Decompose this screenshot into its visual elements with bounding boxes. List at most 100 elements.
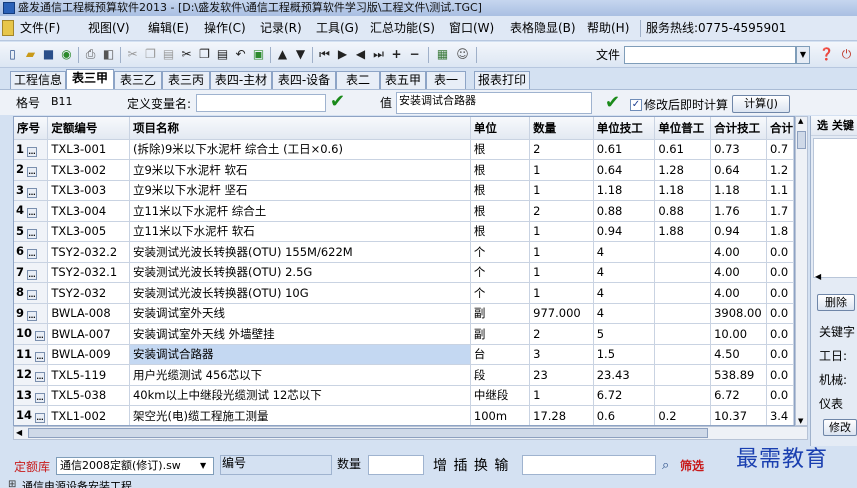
unit-tech-cell[interactable]: 1.18	[593, 180, 656, 201]
total-tech-cell[interactable]: 1.76	[710, 200, 767, 222]
table-row[interactable]: 10… BWLA-007 安装调试室外天线 外墙壁挂副 2 5 10.00 0.0	[14, 323, 794, 345]
unit-tech-cell[interactable]: 5	[593, 323, 656, 345]
confirm-value-check-icon[interactable]: ✔	[605, 93, 620, 113]
unit-general-cell[interactable]	[654, 385, 712, 406]
value-field[interactable]: 安装调试合路器	[396, 92, 592, 114]
chevron-down-icon[interactable]: ▼	[796, 46, 810, 64]
total-general-cell[interactable]: 0.0	[766, 385, 794, 406]
name-cell[interactable]: 安装调试室外天线 外墙壁挂	[129, 323, 471, 345]
unit-general-cell[interactable]: 0.2	[654, 405, 712, 425]
total-general-cell[interactable]: 0.0	[766, 323, 794, 345]
menu-operate[interactable]: 操作(C)	[204, 16, 246, 41]
name-cell[interactable]: 安装调试合路器	[129, 344, 471, 365]
col-header-unit[interactable]: 单位	[470, 117, 531, 140]
refresh-icon[interactable]: ◉	[58, 46, 75, 63]
last-record-icon[interactable]: ⏭	[370, 46, 387, 63]
keyword-list[interactable]	[813, 138, 857, 278]
grid-icon[interactable]: ▦	[434, 46, 451, 63]
code-cell[interactable]: TSY2-032.2	[47, 241, 130, 263]
unit-tech-cell[interactable]: 6.72	[593, 385, 656, 406]
name-cell[interactable]: 立9米以下水泥杆 坚石	[129, 180, 471, 201]
row-number-cell[interactable]: 6…	[14, 241, 49, 263]
recalc-checkbox[interactable]: ✓	[630, 99, 642, 111]
next-icon[interactable]: ▶	[334, 46, 351, 63]
table-row[interactable]: 14… TXL1-002 架空光(电)缆工程施工测量 100m 17.28 0.6 0.2 1…	[14, 405, 794, 425]
name-cell[interactable]: 立9米以下水泥杆 软石	[129, 159, 471, 181]
unit-general-cell[interactable]	[654, 323, 712, 345]
quota-lib-select[interactable]: 通信2008定额(修订).sw	[56, 457, 214, 475]
tab-table4-material[interactable]: 表四-主材	[210, 71, 272, 89]
paste-icon[interactable]: ▤	[160, 46, 177, 63]
unit-cell[interactable]: 个	[470, 262, 531, 283]
paste-active-icon[interactable]: ▤	[214, 46, 231, 63]
exit-icon[interactable]: ⏻	[838, 46, 855, 63]
qty-cell[interactable]: 2	[529, 139, 594, 160]
unit-general-cell[interactable]	[654, 241, 712, 263]
row-expand-icon[interactable]: …	[27, 146, 38, 157]
print-icon[interactable]: ⎙	[82, 46, 99, 63]
total-tech-cell[interactable]: 0.73	[710, 139, 767, 160]
qty-input[interactable]	[368, 455, 424, 475]
move-down-icon[interactable]: ▼	[292, 46, 309, 63]
table-row[interactable]: 4… TXL3-004 立11米以下水泥杆 综合土根 2 0.88 0.88 1.76 1.7	[14, 200, 794, 222]
qty-cell[interactable]: 1	[529, 262, 594, 283]
unit-cell[interactable]: 段	[470, 364, 531, 386]
table-row[interactable]: 7… TSY2-032.1 安装测试光波长转换器(OTU) 2.5G 个 1 4 4.00 0…	[14, 262, 794, 283]
row-number-cell[interactable]: 11…	[14, 344, 49, 365]
total-general-cell[interactable]: 0.0	[766, 241, 794, 263]
row-expand-icon[interactable]: …	[35, 372, 46, 383]
menu-help[interactable]: 帮助(H)	[587, 16, 629, 41]
qty-cell[interactable]: 1	[529, 221, 594, 242]
total-tech-cell[interactable]: 4.00	[710, 282, 767, 304]
row-number-cell[interactable]: 9…	[14, 303, 49, 324]
unit-cell[interactable]: 副	[470, 303, 531, 324]
code-cell[interactable]: TXL3-003	[47, 180, 130, 201]
unit-tech-cell[interactable]: 0.64	[593, 159, 656, 181]
total-general-cell[interactable]: 3.4	[766, 405, 794, 425]
qty-cell[interactable]: 23	[529, 364, 594, 386]
row-number-cell[interactable]: 7…	[14, 262, 49, 283]
row-expand-icon[interactable]: …	[35, 331, 46, 342]
unit-general-cell[interactable]	[654, 262, 712, 283]
unit-cell[interactable]: 中继段	[470, 385, 531, 406]
name-cell[interactable]: 立11米以下水泥杆 软石	[129, 221, 471, 242]
unit-general-cell[interactable]: 1.28	[654, 159, 712, 181]
qty-cell[interactable]: 1	[529, 180, 594, 201]
menu-table-toggle[interactable]: 表格隐显(B)	[510, 16, 576, 41]
menu-summary[interactable]: 汇总功能(S)	[370, 16, 435, 41]
new-icon[interactable]: ▯	[4, 46, 21, 63]
name-cell[interactable]: 安装测试光波长转换器(OTU) 2.5G	[129, 262, 471, 283]
add-record-icon[interactable]: +	[388, 46, 405, 63]
file-input[interactable]	[624, 46, 796, 64]
save-icon[interactable]: ■	[40, 46, 57, 63]
unit-cell[interactable]: 根	[470, 139, 531, 160]
total-tech-cell[interactable]: 0.94	[710, 221, 767, 242]
col-header-total-general[interactable]: 合计	[766, 117, 794, 140]
unit-cell[interactable]: 根	[470, 159, 531, 181]
cut-active-icon[interactable]: ✂	[178, 46, 195, 63]
code-cell[interactable]: BWLA-008	[47, 303, 130, 324]
tab-table4-equipment[interactable]: 表四-设备	[272, 71, 336, 89]
qty-cell[interactable]: 2	[529, 323, 594, 345]
scroll-thumb[interactable]	[797, 131, 806, 149]
row-number-cell[interactable]: 4…	[14, 200, 49, 222]
menu-record[interactable]: 记录(R)	[260, 16, 302, 41]
tab-table1[interactable]: 表一	[426, 71, 466, 89]
col-header-total-tech[interactable]: 合计技工	[710, 117, 767, 140]
preview-icon[interactable]: ◧	[100, 46, 117, 63]
table-row[interactable]: 6… TSY2-032.2 安装测试光波长转换器(OTU) 155M/622M 个 1 4…	[14, 241, 794, 263]
row-number-cell[interactable]: 1…	[14, 139, 49, 160]
row-expand-icon[interactable]: …	[27, 228, 38, 239]
total-tech-cell[interactable]: 10.37	[710, 405, 767, 425]
unit-general-cell[interactable]: 0.88	[654, 200, 712, 222]
variable-name-field[interactable]	[196, 94, 326, 112]
col-header-no[interactable]: 序号	[14, 117, 49, 140]
tab-report-print[interactable]: 报表打印	[474, 71, 530, 89]
qty-cell[interactable]: 1	[529, 282, 594, 304]
cut-icon[interactable]: ✂	[124, 46, 141, 63]
binoculars-icon[interactable]: ⌕	[662, 458, 669, 473]
confirm-check-icon[interactable]: ✔	[330, 92, 345, 112]
name-cell[interactable]: 40km以上中继段光缆测试 12芯以下	[129, 385, 471, 406]
tab-table2[interactable]: 表二	[336, 71, 380, 89]
row-expand-icon[interactable]: …	[27, 290, 38, 301]
